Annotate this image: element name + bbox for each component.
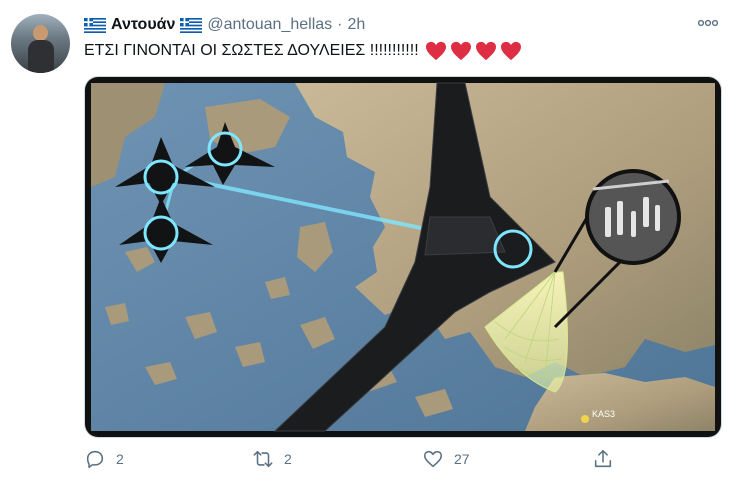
retweet-button[interactable]: 2 (252, 448, 292, 470)
map-location-label: KAS3 (592, 409, 616, 419)
author-name[interactable]: Αντουάν (111, 16, 175, 34)
avatar-head (33, 25, 48, 41)
tweet-header: Αντουάν @antouan_hellas · 2h (84, 14, 365, 36)
reply-count: 2 (116, 451, 124, 467)
retweet-icon (253, 450, 273, 468)
author-handle[interactable]: @antouan_hellas (207, 16, 332, 34)
reply-icon (86, 450, 104, 469)
greek-flag-icon (180, 17, 203, 33)
avatar[interactable] (11, 14, 70, 73)
more-options-icon[interactable] (697, 16, 719, 30)
tweet-time[interactable]: 2h (347, 16, 365, 34)
like-button[interactable]: 27 (422, 448, 470, 470)
hearts-emoji (425, 41, 522, 61)
red-heart-icon (500, 41, 521, 61)
red-heart-icon (475, 41, 496, 61)
tweet-actions: 2 2 27 (84, 448, 644, 472)
reply-button[interactable]: 2 (84, 448, 124, 470)
like-count: 27 (454, 451, 470, 467)
map-illustration (85, 77, 721, 437)
red-heart-icon (425, 41, 446, 61)
share-icon (594, 449, 612, 468)
greek-flag-icon (84, 17, 106, 33)
avatar-body (28, 40, 54, 73)
tweet-media-image[interactable]: KAS3 (84, 76, 722, 438)
tweet-body: ΕΤΣΙ ΓΙΝΟΝΤΑΙ ΟΙ ΣΩΣΤΕΣ ΔΟΥΛΕΙΕΣ !!!!!!!… (84, 42, 419, 59)
retweet-count: 2 (284, 451, 292, 467)
separator-dot: · (337, 16, 343, 33)
share-button[interactable] (592, 448, 614, 470)
red-heart-icon (450, 41, 471, 61)
tweet-text: ΕΤΣΙ ΓΙΝΟΝΤΑΙ ΟΙ ΣΩΣΤΕΣ ΔΟΥΛΕΙΕΣ !!!!!!!… (84, 41, 522, 61)
heart-outline-icon (423, 450, 443, 468)
